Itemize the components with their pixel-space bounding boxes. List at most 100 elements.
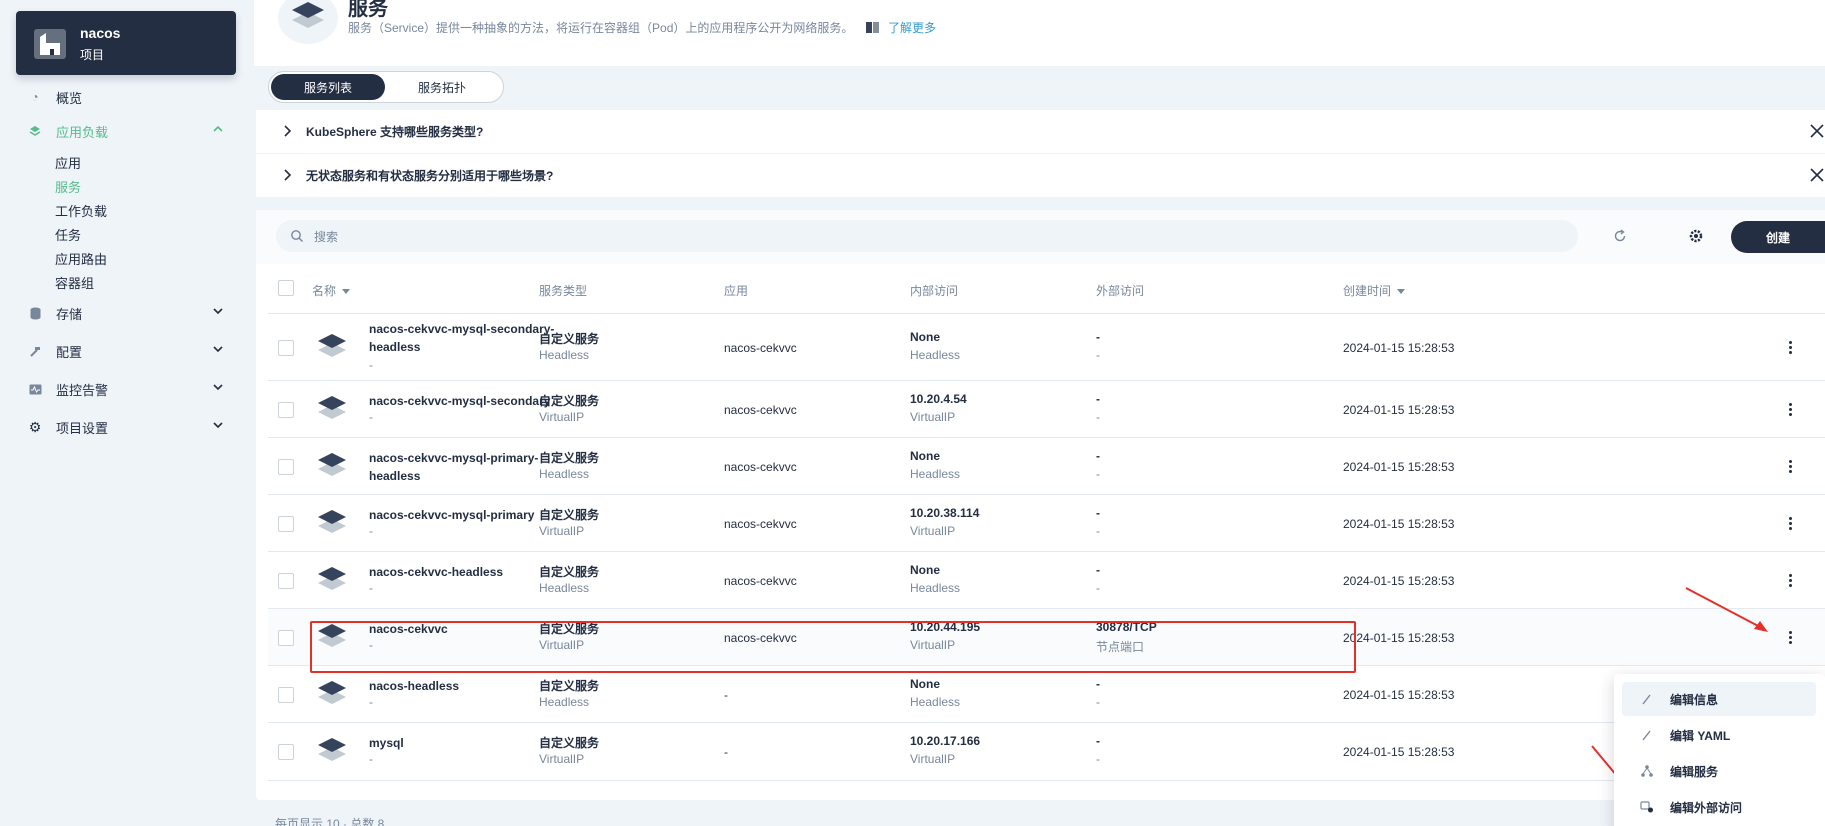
table-row[interactable]: mysql - 自定义服务 VirtualIP - 10.20.17.166 V…	[268, 723, 1825, 781]
column-created[interactable]: 创建时间	[1343, 282, 1406, 299]
close-icon[interactable]	[1809, 167, 1825, 183]
service-app[interactable]: nacos-cekvvc	[724, 460, 797, 474]
external-access-sub: -	[1096, 347, 1100, 362]
service-name[interactable]: nacos-headless	[369, 677, 559, 695]
more-actions-icon[interactable]	[1789, 340, 1793, 355]
row-checkbox[interactable]	[278, 515, 294, 532]
gear-icon[interactable]	[1688, 228, 1704, 244]
service-name[interactable]: nacos-cekvvc-mysql-secondary-headless	[369, 320, 559, 356]
row-checkbox[interactable]	[278, 401, 294, 418]
close-icon[interactable]	[1809, 123, 1825, 139]
service-app[interactable]: nacos-cekvvc	[724, 574, 797, 588]
row-checkbox[interactable]	[278, 686, 294, 703]
menu-item-label: 编辑信息	[1670, 692, 1719, 707]
tab-service-list[interactable]: 服务列表	[271, 74, 385, 100]
service-name[interactable]: nacos-cekvvc-mysql-secondary	[369, 392, 559, 410]
service-name[interactable]: nacos-cekvvc-headless	[369, 563, 559, 581]
learn-more-link[interactable]: 了解更多	[866, 19, 936, 36]
more-actions-icon[interactable]	[1789, 402, 1793, 417]
external-access-sub: -	[1096, 409, 1100, 424]
view-tabs: 服务列表 服务拓扑	[268, 71, 504, 103]
faq-item-service-types[interactable]: KubeSphere 支持哪些服务类型?	[256, 110, 1825, 154]
service-name[interactable]: nacos-cekvvc-mysql-primary-headless	[369, 449, 559, 485]
service-app[interactable]: nacos-cekvvc	[724, 403, 797, 417]
created-time: 2024-01-15 15:28:53	[1343, 459, 1455, 474]
tab-service-topology[interactable]: 服务拓扑	[385, 74, 499, 100]
service-app[interactable]: nacos-cekvvc	[724, 341, 797, 355]
sidebar-item-services[interactable]: 服务	[55, 177, 81, 196]
service-type-sub: Headless	[539, 466, 590, 481]
menu-item-edit-external-access[interactable]: 编辑外部访问	[1622, 790, 1816, 824]
service-app[interactable]: nacos-cekvvc	[724, 631, 797, 645]
pen-icon	[1642, 730, 1651, 741]
service-app[interactable]: -	[724, 688, 728, 702]
internal-access: None	[910, 329, 940, 344]
table-row[interactable]: nacos-headless - 自定义服务 Headless - None H…	[268, 666, 1825, 723]
nav-config[interactable]: 配置	[28, 341, 224, 361]
sidebar-item-routes[interactable]: 应用路由	[55, 249, 107, 268]
search-placeholder: 搜索	[314, 229, 339, 244]
external-access: -	[1096, 391, 1100, 406]
more-actions-icon[interactable]	[1789, 630, 1793, 645]
sidebar-item-apps[interactable]: 应用	[55, 153, 81, 172]
faq-item-stateful-stateless[interactable]: 无状态服务和有状态服务分别适用于哪些场景?	[256, 154, 1825, 198]
service-desc: -	[369, 580, 373, 595]
table-row[interactable]: nacos-cekvvc-mysql-primary-headless - 自定…	[268, 438, 1825, 495]
row-checkbox[interactable]	[278, 339, 294, 356]
page-title: 服务	[348, 0, 388, 20]
more-actions-icon[interactable]	[1789, 573, 1793, 588]
row-checkbox[interactable]	[278, 629, 294, 646]
created-time: 2024-01-15 15:28:53	[1343, 745, 1455, 759]
table-row[interactable]: nacos-cekvvc-mysql-primary - 自定义服务 Virtu…	[268, 495, 1825, 552]
nav-monitoring-label: 监控告警	[56, 382, 109, 398]
row-checkbox[interactable]	[278, 458, 294, 475]
refresh-icon[interactable]	[1612, 228, 1628, 244]
service-name[interactable]: nacos-cekvvc	[369, 620, 559, 638]
nav-monitoring[interactable]: 监控告警	[28, 379, 224, 399]
service-desc: -	[369, 466, 373, 481]
network-icon	[1640, 801, 1653, 813]
service-type-sub: Headless	[539, 580, 590, 595]
project-card[interactable]: nacos 项目	[16, 11, 236, 75]
menu-item-edit-info[interactable]: 编辑信息	[1622, 682, 1816, 716]
sidebar-item-workloads[interactable]: 工作负载	[55, 201, 107, 220]
book-icon	[866, 22, 879, 33]
service-name[interactable]: mysql	[369, 734, 559, 752]
column-name[interactable]: 名称	[312, 282, 351, 299]
table-row[interactable]: nacos-cekvvc-mysql-secondary - 自定义服务 Vir…	[268, 381, 1825, 438]
hammer-icon	[28, 344, 42, 358]
sidebar-item-pods[interactable]: 容器组	[55, 273, 94, 292]
service-app[interactable]: nacos-cekvvc	[724, 517, 797, 531]
gear-icon: ⚙	[28, 418, 42, 435]
column-created-label: 创建时间	[1343, 284, 1392, 298]
create-button[interactable]: 创建	[1731, 221, 1825, 253]
main-content: 服务 服务（Service）提供一种抽象的方法，将运行在容器组（Pod）上的应用…	[254, 0, 1825, 826]
nav-settings-label: 项目设置	[56, 420, 109, 436]
service-icon	[318, 509, 346, 533]
toolbar: 搜索 创建	[256, 210, 1825, 264]
row-checkbox[interactable]	[278, 572, 294, 589]
nav-workloads[interactable]: 应用负载	[28, 121, 224, 141]
service-desc: -	[369, 637, 373, 652]
more-actions-icon[interactable]	[1789, 459, 1793, 474]
row-checkbox[interactable]	[278, 744, 294, 760]
table-row[interactable]: nacos-cekvvc - 自定义服务 VirtualIP nacos-cek…	[268, 609, 1825, 666]
service-type: 自定义服务	[539, 393, 600, 408]
menu-item-edit-service[interactable]: 编辑服务	[1622, 754, 1816, 788]
table-row[interactable]: nacos-cekvvc-headless - 自定义服务 Headless n…	[268, 552, 1825, 609]
table-row[interactable]: nacos-cekvvc-mysql-secondary-headless - …	[268, 314, 1825, 381]
service-name[interactable]: nacos-cekvvc-mysql-primary	[369, 506, 559, 524]
internal-access: 10.20.17.166	[910, 734, 981, 748]
nav-overview[interactable]: ◔ 概览	[28, 87, 224, 107]
select-all-checkbox[interactable]	[278, 280, 294, 296]
search-input[interactable]: 搜索	[276, 220, 1578, 252]
nav-storage[interactable]: 存储	[28, 303, 224, 323]
more-actions-icon[interactable]	[1789, 516, 1793, 531]
service-type: 自定义服务	[539, 450, 600, 465]
menu-item-edit-yaml[interactable]: 编辑 YAML	[1622, 718, 1816, 752]
sidebar-item-jobs[interactable]: 任务	[55, 225, 81, 244]
database-icon	[28, 306, 42, 320]
service-app[interactable]: -	[724, 745, 728, 759]
nav-settings[interactable]: ⚙ 项目设置	[28, 417, 224, 437]
chevron-down-icon	[213, 422, 223, 429]
